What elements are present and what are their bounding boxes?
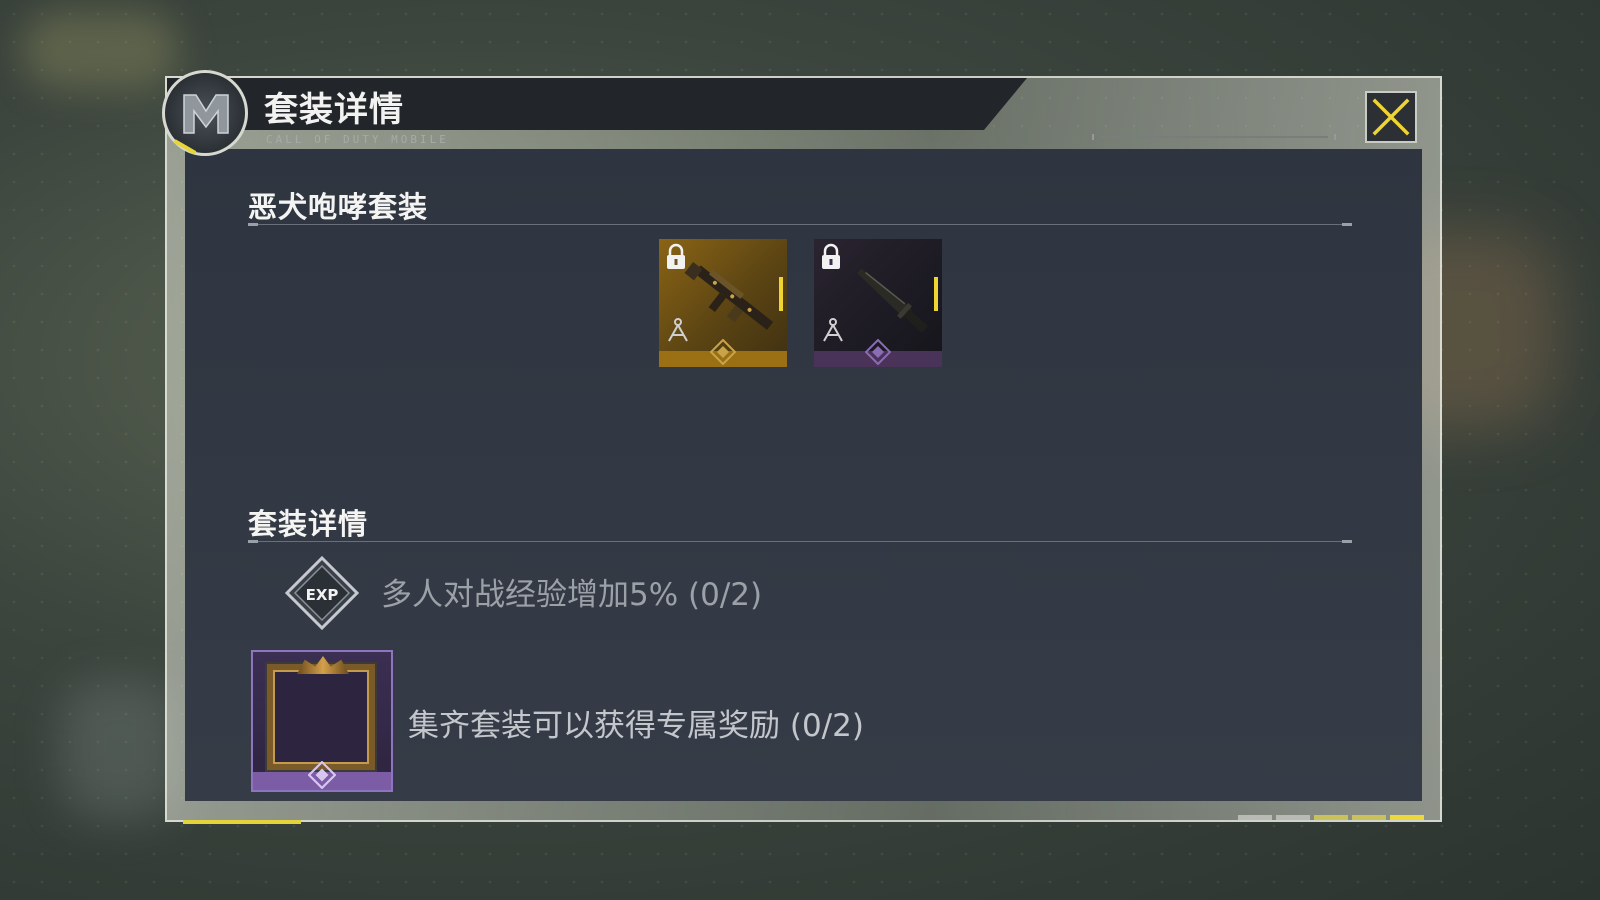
section-divider	[248, 540, 1352, 543]
rarity-diamond-icon	[308, 761, 336, 789]
header-progress-track	[1092, 134, 1336, 140]
knife-icon	[857, 268, 928, 333]
page-dot	[1390, 815, 1424, 820]
rarity-diamond-icon	[710, 339, 736, 365]
game-logo-icon	[162, 70, 248, 156]
blueprint-icon	[823, 318, 843, 342]
set-name-heading: 恶犬咆哮套装	[248, 190, 429, 224]
highlight-marker	[934, 277, 938, 311]
set-reward-text: 集齐套装可以获得专属奖励 (0/2)	[408, 708, 864, 744]
page-dot	[1276, 815, 1310, 820]
reward-avatar-frame[interactable]	[251, 650, 393, 792]
exp-boost-icon: EXP	[285, 556, 359, 630]
blueprint-icon	[668, 318, 688, 342]
page-dot	[1238, 815, 1272, 820]
lock-icon	[822, 243, 840, 269]
set-item-knife[interactable]	[814, 239, 942, 367]
assault-rifle-icon	[684, 261, 774, 330]
highlight-marker	[779, 277, 783, 311]
page-indicator	[1238, 815, 1424, 820]
page-dot	[1352, 815, 1386, 820]
frame-crest	[297, 656, 349, 674]
set-bonus-text: 多人对战经验增加5% (0/2)	[381, 577, 763, 613]
avatar-frame-icon	[267, 664, 375, 770]
section-divider	[248, 223, 1352, 226]
close-button[interactable]	[1365, 91, 1417, 143]
page-dot	[1314, 815, 1348, 820]
lock-icon	[667, 243, 685, 269]
set-details-heading: 套装详情	[248, 507, 369, 541]
close-icon	[1372, 98, 1410, 136]
svg-text:EXP: EXP	[306, 586, 339, 604]
rarity-diamond-icon	[865, 339, 891, 365]
background-blur	[20, 10, 180, 90]
page-title: 套装详情	[264, 90, 404, 130]
footer-accent-bar	[183, 820, 301, 824]
game-subtitle: CALL OF DUTY MOBILE	[266, 133, 449, 146]
background-blur	[60, 680, 180, 820]
set-item-rifle[interactable]	[659, 239, 787, 367]
